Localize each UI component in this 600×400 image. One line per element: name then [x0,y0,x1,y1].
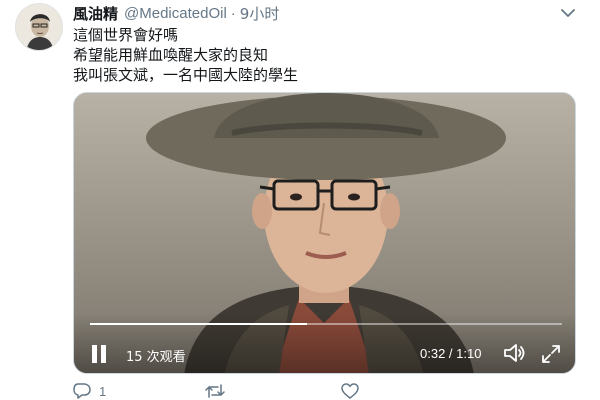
tweet-line: 希望能用鮮血喚醒大家的良知 [73,46,269,64]
reply-icon [73,383,91,399]
tweet-header: 風油精 @MedicatedOil · 9小时 [73,3,279,23]
volume-icon[interactable] [502,342,528,364]
like-icon [341,383,359,399]
user-handle[interactable]: @MedicatedOil [124,5,227,22]
chevron-down-icon[interactable] [560,6,576,18]
retweet-button[interactable] [205,383,233,399]
view-count: 15 次观看 [126,350,186,365]
reply-button[interactable]: 1 [73,383,106,399]
video-progress-fill [90,323,308,325]
tweet-text: 這個世界會好嗎 希望能用鮮血喚醒大家的良知 我叫張文斌，一名中國大陸的學生 [73,25,298,85]
pause-icon[interactable] [90,343,108,365]
tweet-card[interactable]: 風油精 @MedicatedOil · 9小时 這個世界會好嗎 希望能用鮮血喚醒… [0,0,600,400]
video-timecode: 0:32 / 1:10 [420,346,482,361]
tweet-line: 這個世界會好嗎 [73,26,179,44]
tweet-actions: 1 [73,383,493,400]
like-button[interactable] [341,383,367,399]
avatar[interactable] [15,3,63,51]
reply-count: 1 [99,383,107,399]
avatar-image [16,4,62,50]
retweet-icon [205,384,225,398]
tweet-line: 我叫張文斌，一名中國大陸的學生 [73,66,299,84]
video-player[interactable]: 15 次观看 0:32 / 1:10 [73,92,576,374]
fullscreen-icon[interactable] [540,343,562,365]
video-progress-bar[interactable] [90,323,562,325]
separator-dot: · [230,4,236,22]
timestamp[interactable]: 9小时 [240,3,280,24]
display-name[interactable]: 風油精 [73,3,118,24]
